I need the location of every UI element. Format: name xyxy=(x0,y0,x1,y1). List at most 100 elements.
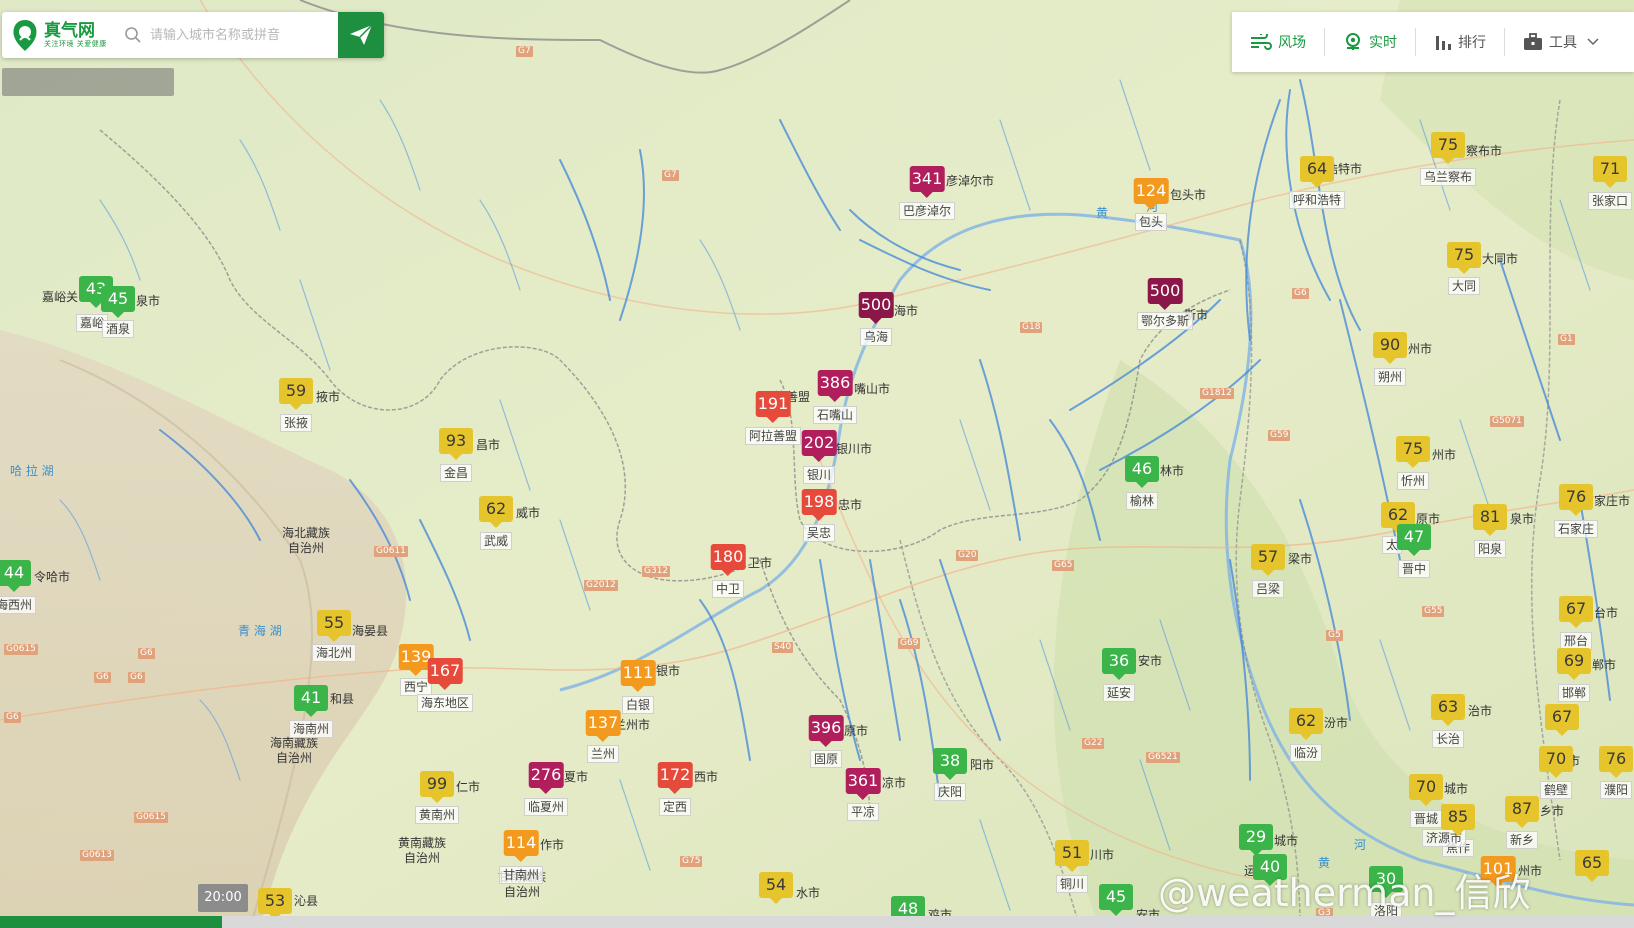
aqi-marker[interactable]: 45 xyxy=(1099,884,1133,916)
aqi-marker[interactable]: 396 xyxy=(808,715,844,747)
aqi-marker[interactable]: 87 xyxy=(1505,796,1539,828)
aqi-marker[interactable]: 114 xyxy=(503,830,539,862)
city-label[interactable]: 邯郸 xyxy=(1557,684,1591,702)
city-label[interactable]: 张家口 xyxy=(1587,192,1633,210)
aqi-marker[interactable]: 180 xyxy=(710,544,746,576)
city-label[interactable]: 兰州 xyxy=(586,745,620,763)
aqi-marker[interactable]: 45 xyxy=(101,286,135,318)
aqi-marker[interactable]: 90 xyxy=(1373,332,1407,364)
city-label[interactable]: 巴彦淖尔 xyxy=(898,202,956,220)
aqi-marker[interactable]: 500 xyxy=(858,292,894,324)
city-label[interactable]: 银川 xyxy=(802,466,836,484)
aqi-marker[interactable]: 500 xyxy=(1147,278,1183,310)
aqi-marker[interactable]: 44 xyxy=(0,560,31,592)
aqi-marker[interactable]: 202 xyxy=(801,430,837,462)
aqi-marker[interactable]: 198 xyxy=(801,489,837,521)
city-label[interactable]: 乌兰察布 xyxy=(1419,168,1477,186)
city-label[interactable]: 固原 xyxy=(809,750,843,768)
city-label[interactable]: 白银 xyxy=(621,696,655,714)
city-label[interactable]: 金昌 xyxy=(439,464,473,482)
aqi-marker[interactable]: 57 xyxy=(1251,544,1285,576)
aqi-marker[interactable]: 38 xyxy=(933,748,967,780)
timeline-slider[interactable] xyxy=(0,916,1634,928)
aqi-marker[interactable]: 76 xyxy=(1599,746,1633,778)
city-label[interactable]: 阿拉善盟 xyxy=(744,427,802,445)
aqi-marker[interactable]: 76 xyxy=(1559,484,1593,516)
city-label[interactable]: 甘南州 xyxy=(498,866,544,884)
aqi-marker[interactable]: 63 xyxy=(1431,694,1465,726)
aqi-marker[interactable]: 386 xyxy=(817,370,853,402)
search-submit-button[interactable] xyxy=(338,12,384,58)
aqi-marker[interactable]: 59 xyxy=(279,378,313,410)
aqi-marker[interactable]: 55 xyxy=(317,610,351,642)
city-label[interactable]: 大同 xyxy=(1447,277,1481,295)
tool-tools-menu[interactable]: 工具 xyxy=(1505,12,1623,72)
aqi-marker[interactable]: 54 xyxy=(759,872,793,904)
city-label[interactable]: 吴忠 xyxy=(802,524,836,542)
city-label[interactable]: 延安 xyxy=(1102,684,1136,702)
aqi-marker[interactable]: 65 xyxy=(1575,850,1609,882)
city-label[interactable]: 长治 xyxy=(1431,730,1465,748)
city-label[interactable]: 石嘴山 xyxy=(812,406,858,424)
search-input[interactable] xyxy=(148,26,338,44)
city-label[interactable]: 鹤壁 xyxy=(1539,781,1573,799)
aqi-marker[interactable]: 47 xyxy=(1397,524,1431,556)
aqi-marker[interactable]: 46 xyxy=(1125,456,1159,488)
logo[interactable]: 真气网 关注环境 关爱健康 xyxy=(2,12,110,58)
city-label[interactable]: 晋中 xyxy=(1397,560,1431,578)
aqi-marker[interactable]: 41 xyxy=(294,685,328,717)
aqi-marker[interactable]: 53 xyxy=(258,888,292,920)
city-label[interactable]: 海南州 xyxy=(288,720,334,738)
city-label[interactable]: 海西州 xyxy=(0,596,37,614)
city-label[interactable]: 临夏州 xyxy=(523,798,569,816)
map-canvas[interactable]: 海北藏族 自治州海南藏族 自治州黄南藏族 自治州甘南藏族 自治州哈 拉 湖青 海… xyxy=(0,0,1634,928)
aqi-marker[interactable]: 70 xyxy=(1539,746,1573,778)
city-label[interactable]: 铜川 xyxy=(1055,875,1089,893)
aqi-marker[interactable]: 99 xyxy=(420,771,454,803)
city-label[interactable]: 包头 xyxy=(1134,213,1168,231)
tool-wind-field[interactable]: 风场 xyxy=(1232,12,1324,72)
city-label[interactable]: 定西 xyxy=(658,798,692,816)
aqi-marker[interactable]: 75 xyxy=(1431,132,1465,164)
city-label[interactable]: 酒泉 xyxy=(101,320,135,338)
city-label[interactable]: 石家庄 xyxy=(1553,520,1599,538)
city-label[interactable]: 呼和浩特 xyxy=(1288,191,1346,209)
time-indicator[interactable]: 20:00 xyxy=(198,884,248,912)
aqi-marker[interactable]: 81 xyxy=(1473,504,1507,536)
aqi-marker[interactable]: 69 xyxy=(1557,648,1591,680)
city-label[interactable]: 中卫 xyxy=(711,580,745,598)
city-label[interactable]: 临汾 xyxy=(1289,744,1323,762)
aqi-marker[interactable]: 70 xyxy=(1409,774,1443,806)
aqi-marker[interactable]: 29 xyxy=(1239,824,1273,856)
aqi-marker[interactable]: 276 xyxy=(528,762,564,794)
aqi-marker[interactable]: 124 xyxy=(1133,178,1169,210)
aqi-marker[interactable]: 85 xyxy=(1441,804,1475,836)
aqi-marker[interactable]: 361 xyxy=(845,768,881,800)
aqi-marker[interactable]: 111 xyxy=(620,660,656,692)
city-label[interactable]: 吕梁 xyxy=(1251,580,1285,598)
aqi-marker[interactable]: 67 xyxy=(1559,596,1593,628)
city-label[interactable]: 平凉 xyxy=(846,803,880,821)
city-label[interactable]: 张掖 xyxy=(279,414,313,432)
aqi-marker[interactable]: 341 xyxy=(909,166,945,198)
aqi-marker[interactable]: 51 xyxy=(1055,840,1089,872)
aqi-marker[interactable]: 62 xyxy=(1289,708,1323,740)
aqi-marker[interactable]: 172 xyxy=(657,762,693,794)
aqi-marker[interactable]: 137 xyxy=(585,710,621,742)
aqi-marker[interactable]: 67 xyxy=(1545,704,1579,736)
aqi-marker[interactable]: 75 xyxy=(1447,242,1481,274)
city-label[interactable]: 黄南州 xyxy=(414,806,460,824)
aqi-marker[interactable]: 36 xyxy=(1102,648,1136,680)
city-label[interactable]: 武威 xyxy=(479,532,513,550)
aqi-marker[interactable]: 64 xyxy=(1300,156,1334,188)
city-label[interactable]: 榆林 xyxy=(1125,492,1159,510)
aqi-marker[interactable]: 167 xyxy=(427,658,463,690)
city-label[interactable]: 晋城 xyxy=(1409,810,1443,828)
tool-realtime[interactable]: 实时 xyxy=(1325,12,1415,72)
tool-ranking[interactable]: 排行 xyxy=(1416,12,1504,72)
city-label[interactable]: 乌海 xyxy=(859,328,893,346)
city-label[interactable]: 朔州 xyxy=(1373,368,1407,386)
city-label[interactable]: 阳泉 xyxy=(1473,540,1507,558)
city-label[interactable]: 忻州 xyxy=(1396,472,1430,490)
city-label[interactable]: 濮阳 xyxy=(1599,781,1633,799)
